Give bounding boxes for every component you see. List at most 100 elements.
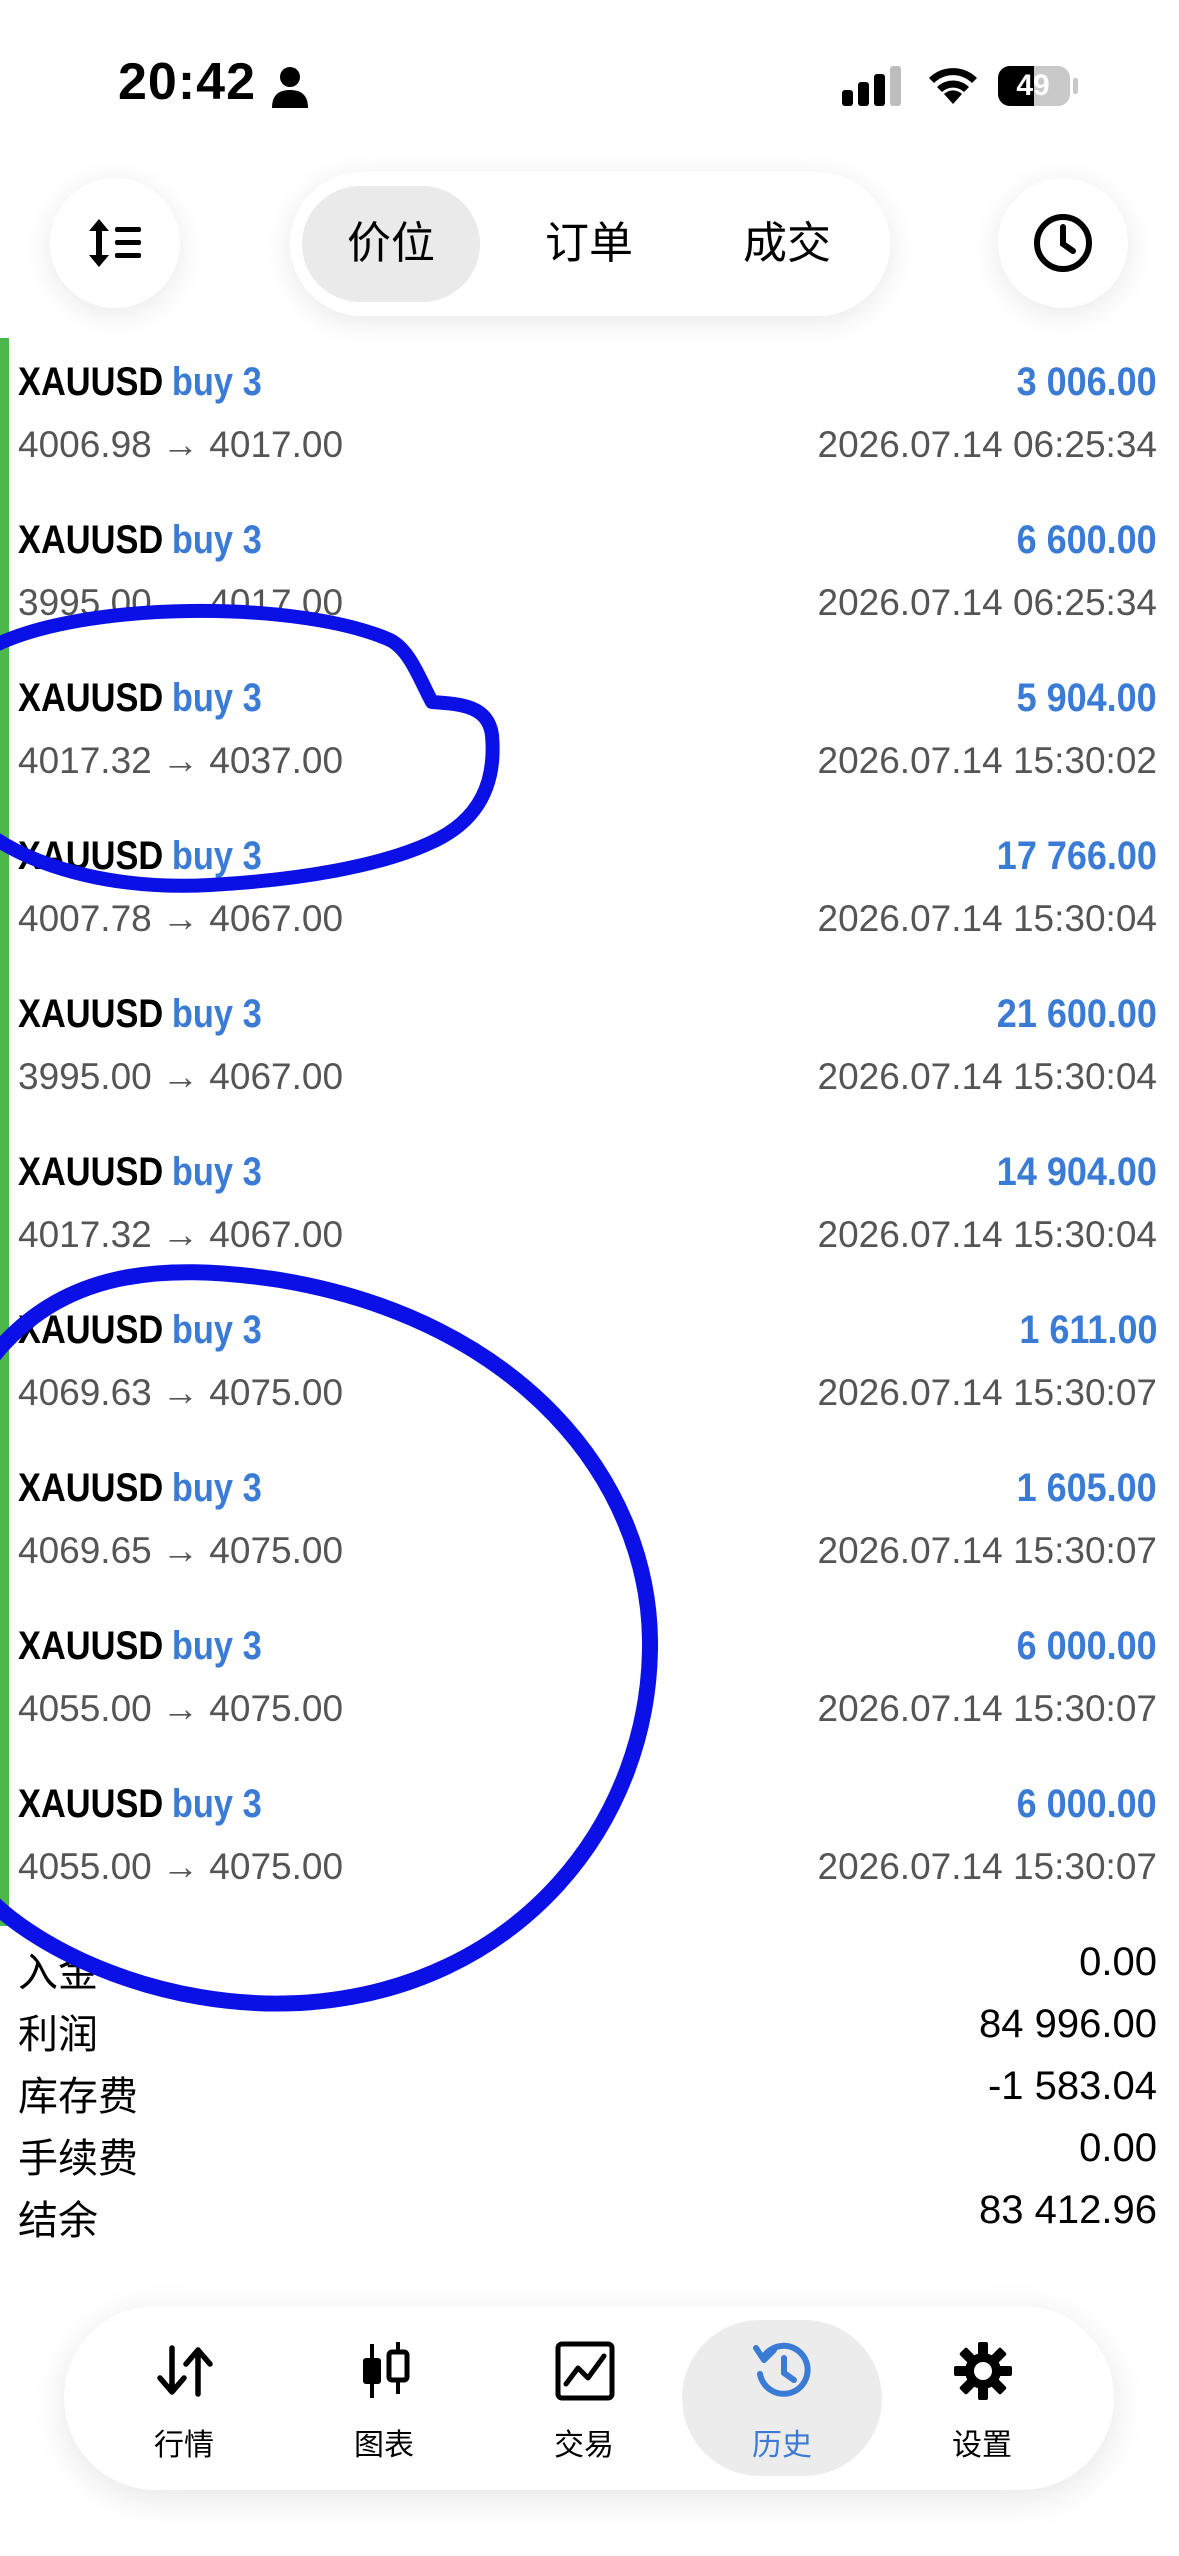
deal-row[interactable]: XAUUSD buy 3 6 000.00 4055.00 → 4075.00 2… (0, 1760, 1179, 1918)
deal-side: buy 3 (171, 1466, 262, 1510)
symbol-text: XAUUSD (18, 992, 164, 1036)
deal-symbol: XAUUSD buy 3 (18, 1150, 262, 1195)
bottom-tab-bar: 行情 图表 交易 历史 设置 (64, 2306, 1114, 2490)
deal-row[interactable]: XAUUSD buy 3 5 904.00 4017.32 → 4037.00 2… (0, 654, 1179, 812)
deal-symbol: XAUUSD buy 3 (18, 1782, 262, 1827)
deal-prices: 4007.78 → 4067.00 (18, 898, 344, 939)
deal-time: 2026.07.14 15:30:07 (817, 1688, 1158, 1729)
deal-time: 2026.07.14 06:25:34 (817, 424, 1158, 465)
tab-chart[interactable]: 图表 (284, 2320, 484, 2476)
symbol-text: XAUUSD (18, 1624, 164, 1668)
deal-time: 2026.07.14 06:25:34 (817, 582, 1158, 623)
deal-prices: 4055.00 → 4075.00 (18, 1688, 344, 1729)
deal-side: buy 3 (171, 1624, 262, 1668)
symbol-text: XAUUSD (18, 1782, 164, 1826)
period-button[interactable] (998, 178, 1128, 308)
tab-quotes[interactable]: 行情 (84, 2320, 284, 2476)
symbol-text: XAUUSD (18, 1466, 164, 1510)
deal-row[interactable]: XAUUSD buy 3 17 766.00 4007.78 → 4067.00 … (0, 812, 1179, 970)
deal-row[interactable]: XAUUSD buy 3 1 611.00 4069.63 → 4075.00 2… (0, 1286, 1179, 1444)
deal-time: 2026.07.14 15:30:04 (817, 1056, 1158, 1097)
deal-time: 2026.07.14 15:30:07 (817, 1846, 1158, 1887)
status-time: 20:42 (118, 53, 256, 111)
symbol-text: XAUUSD (18, 834, 164, 878)
symbol-text: XAUUSD (18, 518, 164, 562)
tab-label: 交易 (554, 2429, 614, 2462)
deal-prices: 4069.65 → 4075.00 (18, 1530, 344, 1571)
status-bar: 20:42 49 (0, 0, 1179, 170)
deal-profit: 1 611.00 (1018, 1308, 1157, 1352)
tab-settings[interactable]: 设置 (882, 2320, 1082, 2476)
summary-value: -1 583.04 (987, 2064, 1157, 2108)
deal-side: buy 3 (171, 834, 262, 878)
deal-profit: 21 600.00 (996, 992, 1157, 1036)
summary-label: 库存费 (18, 2075, 138, 2119)
deal-symbol: XAUUSD buy 3 (18, 518, 262, 563)
segmented-control: 价位 订单 成交 (290, 172, 890, 316)
summary-label: 结余 (18, 2199, 98, 2243)
deal-side: buy 3 (171, 1150, 262, 1194)
deal-row[interactable]: XAUUSD buy 3 3 006.00 4006.98 → 4017.00 2… (0, 338, 1179, 496)
deal-profit: 6 000.00 (1016, 1782, 1157, 1826)
cellular-signal-icon (842, 66, 901, 106)
deal-symbol: XAUUSD buy 3 (18, 676, 262, 721)
summary-swap: 库存费 -1 583.04 (0, 2064, 1179, 2126)
clock-icon (1034, 214, 1092, 272)
deal-side: buy 3 (171, 676, 262, 720)
tab-deals[interactable]: 成交 (698, 186, 876, 302)
summary-value: 83 412.96 (979, 2188, 1157, 2232)
deal-symbol: XAUUSD buy 3 (18, 1624, 262, 1669)
candlestick-icon (363, 2342, 410, 2398)
deal-row[interactable]: XAUUSD buy 3 14 904.00 4017.32 → 4067.00 … (0, 1128, 1179, 1286)
tab-label: 图表 (354, 2429, 414, 2462)
deal-time: 2026.07.14 15:30:07 (817, 1530, 1158, 1571)
deal-symbol: XAUUSD buy 3 (18, 834, 262, 879)
deal-prices: 4069.63 → 4075.00 (18, 1372, 344, 1413)
deal-prices: 4017.32 → 4037.00 (18, 740, 344, 781)
symbol-text: XAUUSD (18, 1150, 164, 1194)
tab-label: 历史 (752, 2429, 812, 2462)
deal-prices: 3995.00 → 4017.00 (18, 582, 344, 623)
summary-label: 入金 (18, 1951, 98, 1995)
deal-prices: 4006.98 → 4017.00 (18, 424, 344, 465)
deal-time: 2026.07.14 15:30:04 (817, 1214, 1158, 1255)
summary-deposit: 入金 0.00 (0, 1940, 1179, 2002)
deal-prices: 3995.00 → 4067.00 (18, 1056, 344, 1097)
summary-label: 利润 (18, 2013, 98, 2057)
tab-label: 行情 (154, 2429, 214, 2462)
summary-label: 手续费 (18, 2137, 138, 2181)
summary-profit: 利润 84 996.00 (0, 2002, 1179, 2064)
sort-button[interactable] (50, 178, 180, 308)
deal-profit: 5 904.00 (1016, 676, 1157, 720)
wifi-icon (929, 68, 977, 104)
deal-side: buy 3 (171, 518, 262, 562)
summary-balance: 结余 83 412.96 (0, 2188, 1179, 2250)
symbol-text: XAUUSD (18, 360, 164, 404)
deal-row[interactable]: XAUUSD buy 3 6 600.00 3995.00 → 4017.00 2… (0, 496, 1179, 654)
symbol-text: XAUUSD (18, 1308, 164, 1352)
summary-value: 84 996.00 (979, 2002, 1157, 2046)
deal-row[interactable]: XAUUSD buy 3 6 000.00 4055.00 → 4075.00 2… (0, 1602, 1179, 1760)
tab-label: 设置 (952, 2429, 1012, 2462)
summary-value: 0.00 (1079, 2126, 1157, 2170)
tab-price[interactable]: 价位 (302, 186, 480, 302)
deal-row[interactable]: XAUUSD buy 3 21 600.00 3995.00 → 4067.00 … (0, 970, 1179, 1128)
deal-profit: 17 766.00 (996, 834, 1157, 878)
tab-trade[interactable]: 交易 (484, 2320, 684, 2476)
deal-time: 2026.07.14 15:30:02 (817, 740, 1158, 781)
deal-row[interactable]: XAUUSD buy 3 1 605.00 4069.65 → 4075.00 2… (0, 1444, 1179, 1602)
arrows-updown-icon (157, 2345, 213, 2397)
tab-orders[interactable]: 订单 (500, 186, 678, 302)
sort-icon (89, 219, 141, 267)
deal-profit: 1 605.00 (1016, 1466, 1157, 1510)
battery-level: 49 (1016, 69, 1050, 102)
deal-profit: 6 600.00 (1016, 518, 1157, 562)
deal-side: buy 3 (171, 1308, 262, 1352)
deal-side: buy 3 (171, 1782, 262, 1826)
tab-history[interactable]: 历史 (682, 2320, 882, 2476)
deal-prices: 4017.32 → 4067.00 (18, 1214, 344, 1255)
symbol-text: XAUUSD (18, 676, 164, 720)
summary-value: 0.00 (1079, 1940, 1157, 1984)
deal-side: buy 3 (171, 992, 262, 1036)
deal-profit: 14 904.00 (996, 1150, 1157, 1194)
